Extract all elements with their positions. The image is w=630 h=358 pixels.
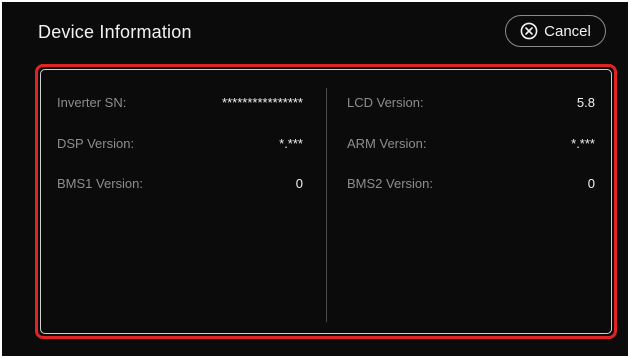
info-label: Inverter SN:: [57, 95, 127, 110]
info-row-bms1-version: BMS1 Version: 0: [57, 176, 303, 196]
info-row-lcd-version: LCD Version: 5.8: [347, 95, 595, 115]
device-information-dialog: Device Information Cancel Inverter SN: *…: [2, 2, 628, 356]
info-label: LCD Version:: [347, 95, 424, 110]
dialog-title: Device Information: [38, 22, 192, 42]
info-label: BMS1 Version:: [57, 176, 143, 191]
info-panel-highlight: Inverter SN: **************** DSP Versio…: [35, 64, 617, 339]
info-row-bms2-version: BMS2 Version: 0: [347, 176, 595, 196]
info-label: BMS2 Version:: [347, 176, 433, 191]
info-row-arm-version: ARM Version: *.***: [347, 136, 595, 156]
cancel-button[interactable]: Cancel: [505, 15, 606, 47]
info-value: 0: [295, 176, 303, 191]
info-panel: Inverter SN: **************** DSP Versio…: [40, 69, 612, 334]
info-value: *.***: [279, 136, 303, 151]
info-value: *.***: [571, 136, 595, 151]
info-label: ARM Version:: [347, 136, 427, 151]
info-label: DSP Version:: [57, 136, 135, 151]
info-row-dsp-version: DSP Version: *.***: [57, 136, 303, 156]
info-value: ****************: [222, 95, 303, 110]
column-divider: [326, 88, 327, 322]
info-value: 0: [587, 176, 595, 191]
info-row-inverter-sn: Inverter SN: ****************: [57, 95, 303, 115]
close-circle-icon: [520, 22, 538, 40]
cancel-button-label: Cancel: [544, 22, 591, 40]
info-value: 5.8: [576, 95, 595, 110]
